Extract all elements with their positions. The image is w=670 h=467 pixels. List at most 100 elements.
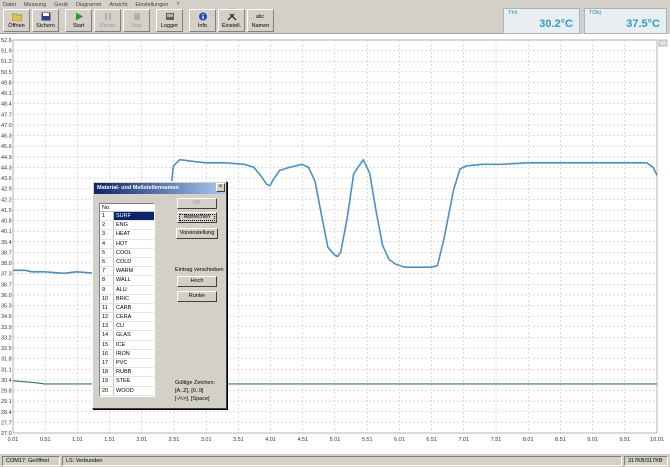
list-item-no: 15 (100, 340, 114, 349)
list-item[interactable]: 10 BRIC (100, 294, 154, 304)
list-item[interactable]: 7 WARM (100, 267, 154, 277)
list-item[interactable]: 13 CU (100, 322, 154, 332)
x-tick-label: 9.01 (587, 437, 598, 443)
x-tick-label: 9.51 (619, 437, 630, 443)
list-item[interactable]: 16 IRON (100, 349, 154, 359)
list-item[interactable]: 3 HEAT (100, 230, 154, 240)
y-tick-label: 43.6 (1, 176, 12, 182)
list-item-name: CU (116, 323, 124, 330)
list-item[interactable]: 8 WALL (100, 276, 154, 286)
list-item-name: RUBB (116, 369, 132, 376)
list-item-no: 19 (100, 377, 114, 386)
list-item[interactable]: 19 STEE (100, 377, 154, 387)
material-list[interactable]: No. 1 SURF 2 ENG 3 HEAT 4 HOT 5 COOL 6 COLD 7 WARM 8 WA… (99, 203, 155, 397)
x-tick-label: 0.51 (40, 437, 51, 443)
list-item[interactable]: 2 ENG (100, 221, 154, 231)
sichern-button[interactable]: Sichern (32, 9, 59, 32)
y-tick-label: 32.5 (1, 346, 12, 352)
stop-icon (132, 12, 142, 23)
list-item-name: ENG (116, 222, 128, 229)
list-item[interactable]: 12 CERA (100, 313, 154, 323)
list-item[interactable]: 6 COLD (100, 257, 154, 268)
list-item[interactable]: 17 PVC (100, 359, 154, 369)
list-item[interactable]: 1 SURF (100, 212, 154, 222)
y-tick-label: 33.2 (1, 335, 12, 341)
y-tick-label: 36.0 (1, 293, 12, 299)
x-tick-label: 2.01 (136, 437, 147, 443)
folder-icon (11, 12, 22, 23)
list-item[interactable]: 20 WOOD (100, 386, 154, 396)
x-tick-label: 1.51 (104, 437, 115, 443)
list-item-name: CERA (116, 314, 132, 321)
list-item[interactable]: 5 COOL (100, 248, 154, 258)
stop-button[interactable]: Stop (123, 9, 150, 32)
save-icon (41, 12, 51, 23)
list-item[interactable]: 18 RUBB (100, 368, 154, 378)
y-tick-label: 51.9 (1, 49, 12, 55)
x-tick-label: 3.51 (233, 437, 244, 443)
y-tick-label: 47.0 (1, 123, 12, 129)
up-button[interactable]: Hoch (177, 276, 217, 287)
list-header-no: No. (102, 205, 111, 211)
y-tick-label: 30.4 (1, 378, 12, 384)
info-button[interactable]: Info (189, 9, 216, 32)
list-item-no: 12 (100, 313, 114, 322)
x-tick-label: 8.01 (523, 437, 534, 443)
y-tick-label: 40.8 (1, 219, 12, 225)
list-item-no: 10 (100, 294, 114, 303)
list-item-no: 8 (100, 276, 114, 285)
menu-item[interactable]: ? (176, 2, 179, 8)
down-button[interactable]: Runter (177, 291, 217, 302)
logger-button[interactable]: Logger (156, 9, 183, 32)
y-tick-label: 42.9 (1, 187, 12, 193)
y-tick-label: 50.5 (1, 70, 12, 76)
einstell-button[interactable]: Einstell. (218, 9, 245, 32)
close-icon[interactable]: × (216, 183, 225, 192)
readout-tint-value: 30.2°C (539, 18, 573, 30)
menu-item[interactable]: Gerät (54, 2, 68, 8)
menu-item[interactable]: Datei (3, 2, 16, 8)
pause-button[interactable]: Pause (94, 9, 121, 32)
ok-button[interactable]: OK (177, 198, 217, 209)
scroll-marker[interactable] (658, 39, 668, 47)
y-tick-label: 52.6 (1, 38, 12, 44)
default-button[interactable]: Voreinstellung (176, 228, 218, 239)
öffnen-button[interactable]: Öffnen (3, 9, 30, 32)
menu-item[interactable]: Ansicht (109, 2, 127, 8)
x-tick-label: 7.01 (458, 437, 469, 443)
move-entry-label: Eintrag verschieben (175, 267, 224, 273)
list-item[interactable]: 15 ICE (100, 340, 154, 350)
x-tick-label: 0.01 (8, 437, 19, 443)
tools-icon (227, 12, 237, 23)
list-header: No. (100, 204, 154, 212)
y-tick-label: 36.7 (1, 282, 12, 288)
cancel-button[interactable]: Abbrechen (177, 212, 217, 223)
namen-button[interactable]: abc Namen (247, 9, 274, 32)
menu-item[interactable]: Einstellungen (135, 2, 168, 8)
list-item[interactable]: 14 GLAS (100, 331, 154, 341)
list-item-no: 18 (100, 368, 114, 377)
toolbar: Öffnen Sichern Start Pause Stop Logger Info Ein… (0, 9, 560, 34)
pause-icon (103, 12, 113, 23)
list-item[interactable]: 9 ALU (100, 285, 154, 295)
info-icon (198, 12, 208, 23)
list-item-no: 4 (100, 239, 114, 248)
y-tick-label: 41.5 (1, 208, 12, 214)
list-item-name: IRON (116, 350, 130, 357)
readout-tobj-value: 37.5°C (626, 18, 660, 30)
toolbar-button-label: Pause (99, 23, 116, 29)
play-icon (74, 12, 84, 23)
list-item-name: WALL (116, 277, 131, 284)
y-tick-label: 44.3 (1, 165, 12, 171)
list-item-name: WOOD (116, 387, 134, 394)
list-item-name: ALU (116, 286, 127, 293)
toolbar-button-label: Logger (160, 23, 179, 29)
list-item-no: 11 (100, 303, 114, 313)
menu-item[interactable]: Diagramm (76, 2, 101, 8)
menu-item[interactable]: Messung (24, 2, 46, 8)
start-button[interactable]: Start (65, 9, 92, 32)
list-item[interactable]: 4 HOT (100, 239, 154, 249)
list-item[interactable]: 11 CARB (100, 303, 154, 314)
valid-chars-line1: [A..Z], [0..9] (175, 388, 204, 394)
y-tick-label: 38.0 (1, 261, 12, 267)
